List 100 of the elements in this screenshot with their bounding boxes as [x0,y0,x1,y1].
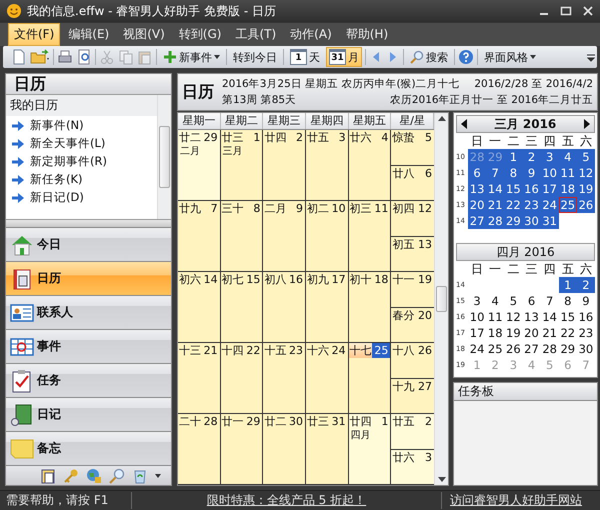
day-cell[interactable]: 廿五 2 [391,414,434,448]
mini-day[interactable]: 21 [486,197,504,213]
mini-day[interactable]: 20 [522,325,541,341]
menu-item[interactable]: 转到(G) [172,23,228,46]
day-cell[interactable]: 初九 17 [306,272,349,342]
view-button[interactable]: 1 天 [287,47,323,67]
nav-button[interactable]: 今日 [6,228,171,262]
mini-day[interactable]: 9 [522,165,541,181]
mini-day[interactable]: 30 [522,213,541,229]
menu-item[interactable]: 编辑(E) [62,23,116,46]
day-cell[interactable]: 廿四 1 四月 [348,414,392,484]
key-icon[interactable] [63,468,79,484]
mini-day[interactable]: 18 [486,325,504,341]
printer-icon[interactable] [57,49,73,65]
day-cell[interactable]: 惊蛰 5 [391,130,434,164]
scroll-up-icon[interactable] [438,116,446,121]
mini-day[interactable]: 25 [486,341,504,357]
promo-link[interactable]: 限时特惠：全线产品 5 折起！ [131,492,442,509]
print-preview-icon[interactable] [76,49,92,65]
day-cell[interactable]: 十五 23 [263,343,306,413]
day-cell[interactable]: 廿二 30 [263,414,306,484]
day-cell[interactable]: 初七 15 [220,272,264,342]
day-cell[interactable]: 十九 27 [391,378,434,413]
splitter-handle[interactable] [6,219,171,228]
nav-button[interactable]: 任务 [6,364,171,398]
mini-day[interactable]: 31 [540,213,559,229]
menu-item[interactable]: 动作(A) [284,23,338,46]
day-cell[interactable]: 廿八 6 [391,164,434,200]
mini-day[interactable]: 5 [504,293,522,309]
day-cell[interactable]: 十七 25 [348,343,392,413]
mini-day[interactable]: 29 [558,341,577,357]
clipboard-icon[interactable] [40,468,56,484]
nav-button[interactable]: 备忘 [6,432,171,466]
mini-day[interactable]: 23 [576,325,595,341]
mini-day[interactable]: 1 [558,277,577,293]
mini-day[interactable]: 16 [576,309,595,325]
go-today-button[interactable]: 转到今日 [230,47,280,67]
nav-button[interactable]: 事件 [6,330,171,364]
day-cell[interactable]: 初六 14 [178,272,221,342]
mini-day[interactable]: 19 [576,181,595,197]
day-cell[interactable]: 廿九 7 [178,201,221,271]
mini-day[interactable]: 22 [504,197,522,213]
action-link[interactable]: 新日记(D) [6,188,157,206]
help-icon[interactable] [458,49,474,65]
action-link[interactable]: 新事件(N) [6,116,157,134]
day-cell[interactable]: 三十 8 [220,201,264,271]
mini-day[interactable]: 20 [468,197,486,213]
mini-day[interactable]: 11 [486,309,504,325]
mini-day[interactable]: 14 [540,309,559,325]
nav-button[interactable]: 日记 [6,398,171,432]
nav-button[interactable]: 日历 [6,262,171,296]
view-button[interactable]: 31 月 [326,47,362,67]
day-cell[interactable]: 廿六 4 [348,130,392,200]
nav-button[interactable]: 联系人 [6,296,171,330]
mini-day[interactable]: 17 [468,325,486,341]
mini-day[interactable]: 10 [540,165,559,181]
mini-day[interactable]: 8 [558,293,577,309]
mini-day[interactable]: 26 [504,341,522,357]
day-cell[interactable]: 初八 16 [263,272,306,342]
mini-day[interactable]: 18 [558,181,577,197]
next-month-icon[interactable] [584,119,590,129]
day-cell[interactable]: 初十 18 [348,272,392,342]
mini-day[interactable]: 27 [468,213,486,229]
menu-item[interactable]: 文件(F) [8,23,60,46]
day-cell[interactable]: 春分 20 [391,306,434,342]
mini-day[interactable]: 13 [522,309,541,325]
mini-day[interactable]: 19 [504,325,522,341]
mini-day[interactable]: 30 [576,341,595,357]
recycle-bin-icon[interactable] [132,468,148,484]
mini-day[interactable]: 27 [522,341,541,357]
mini-day[interactable]: 4 [558,149,577,165]
mini-day[interactable]: 7 [486,165,504,181]
scrollbar[interactable] [157,95,171,219]
day-cell[interactable]: 二十 28 [178,414,221,484]
day-cell[interactable]: 十六 24 [306,343,349,413]
close-icon[interactable] [582,5,594,17]
globe-lock-icon[interactable] [86,468,102,484]
action-link[interactable]: 新全天事件(L) [6,134,157,152]
scrollbar[interactable] [434,113,448,485]
action-link[interactable]: 新定期事件(R) [6,152,157,170]
mini-day[interactable]: 6 [468,165,486,181]
mini-day[interactable]: 16 [522,181,541,197]
new-event-button[interactable]: 新事件 [160,47,223,67]
mini-day[interactable]: 26 [576,197,595,213]
scroll-thumb[interactable] [436,286,447,312]
day-cell[interactable]: 十三 21 [178,343,221,413]
action-link[interactable]: 新任务(K) [6,170,157,188]
previous-month-icon[interactable] [461,119,467,129]
mini-day[interactable]: 13 [468,181,486,197]
day-cell[interactable]: 二月 9 [263,201,306,271]
overflow-chevron-icon[interactable] [587,52,595,62]
mini-day[interactable]: 2 [522,149,541,165]
mini-day[interactable]: 23 [522,197,541,213]
mini-day[interactable]: 10 [468,309,486,325]
mini-day[interactable]: 1 [504,149,522,165]
mini-day[interactable]: 5 [576,149,595,165]
caret-icon[interactable] [155,474,161,478]
mini-day[interactable]: 15 [558,309,577,325]
mini-day[interactable]: 15 [504,181,522,197]
day-cell[interactable]: 初三 11 [348,201,392,271]
